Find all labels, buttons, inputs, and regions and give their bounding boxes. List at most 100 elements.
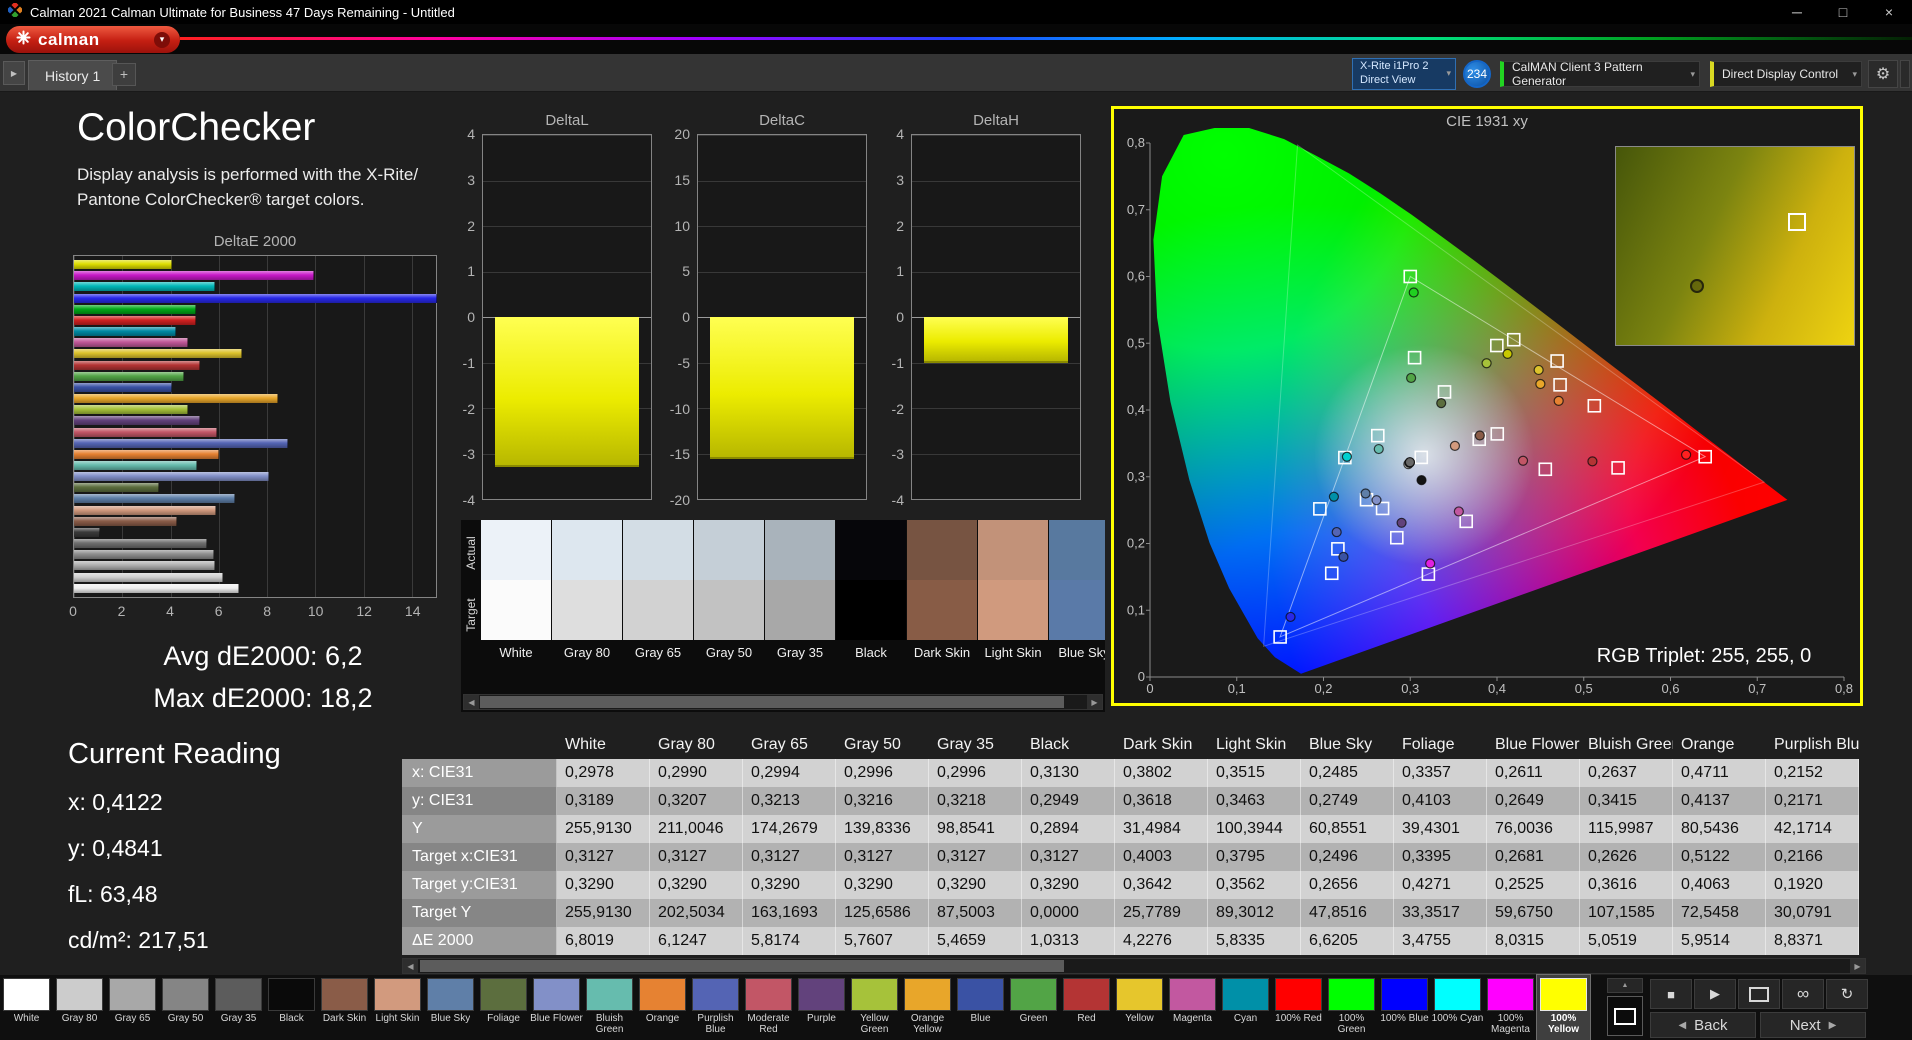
pattern-window-button[interactable] [1607, 996, 1643, 1036]
table-cell: 202,5034 [650, 899, 743, 927]
settings-gear-button[interactable]: ⚙ [1868, 60, 1898, 88]
play-button[interactable]: ▶ [1694, 979, 1736, 1009]
table-cell: 0,2990 [650, 759, 743, 787]
pattern-swatch-red[interactable]: Red [1060, 975, 1113, 1040]
next-button[interactable]: Next ▶ [1760, 1012, 1866, 1038]
pattern-swatch-blue-sky[interactable]: Blue Sky [424, 975, 477, 1040]
close-button[interactable]: × [1866, 0, 1912, 24]
x-tick-label: 8 [263, 603, 272, 619]
pattern-swatch-blue-flower[interactable]: Blue Flower [530, 975, 583, 1040]
pattern-swatch-gray-50[interactable]: Gray 50 [159, 975, 212, 1040]
scroll-right-icon[interactable]: ▶ [1850, 959, 1865, 973]
swatch-label: 100% Cyan [1431, 1013, 1484, 1024]
pattern-swatch-green[interactable]: Green [1007, 975, 1060, 1040]
deltae-bar [74, 315, 436, 325]
pattern-swatch-gray-65[interactable]: Gray 65 [106, 975, 159, 1040]
pattern-swatch-orange-yellow[interactable]: Orange Yellow [901, 975, 954, 1040]
meter-selector[interactable]: X-Rite i1Pro 2 Direct View ▾ [1352, 58, 1456, 90]
pattern-generator-selector[interactable]: CalMAN Client 3 Pattern Generator ▾ [1500, 60, 1700, 88]
table-cell: 30,0791 [1766, 899, 1859, 927]
x-tick-label: 14 [404, 603, 421, 619]
pattern-swatch-cyan[interactable]: Cyan [1219, 975, 1272, 1040]
table-cell: 0,3290 [929, 871, 1022, 899]
scroll-left-icon[interactable]: ◀ [403, 959, 418, 973]
continuous-read-button[interactable]: ∞ [1782, 979, 1824, 1009]
stop-button[interactable]: ■ [1650, 979, 1692, 1009]
table-cell: 33,3517 [1394, 899, 1487, 927]
swatch-label: Bluish Green [595, 1013, 624, 1035]
max-de2000-value: Max dE2000: 18,2 [153, 683, 373, 713]
pattern-swatch-light-skin[interactable]: Light Skin [371, 975, 424, 1040]
target-swatch [694, 580, 764, 640]
maximize-button[interactable]: □ [1820, 0, 1866, 24]
actual-swatch [552, 520, 622, 580]
swatch-color [1275, 978, 1322, 1011]
pattern-swatch-bluish-green[interactable]: Bluish Green [583, 975, 636, 1040]
avg-de2000-value: Avg dE2000: 6,2 [163, 641, 363, 671]
pattern-swatch-100-magenta[interactable]: 100% Magenta [1484, 975, 1537, 1040]
pattern-swatch-moderate-red[interactable]: Moderate Red [742, 975, 795, 1040]
pattern-swatch-white[interactable]: White [0, 975, 53, 1040]
pattern-swatch-purplish-blue[interactable]: Purplish Blue [689, 975, 742, 1040]
pattern-swatch-magenta[interactable]: Magenta [1166, 975, 1219, 1040]
deltaC-bar [709, 317, 855, 459]
pattern-swatch-purple[interactable]: Purple [795, 975, 848, 1040]
capture-button[interactable] [1738, 979, 1780, 1009]
pattern-swatch-gray-35[interactable]: Gray 35 [212, 975, 265, 1040]
chevron-down-icon: ▾ [154, 31, 170, 48]
scroll-thumb[interactable] [420, 960, 1065, 972]
scroll-thumb[interactable] [480, 696, 1064, 708]
patch-strip-scrollbar[interactable]: ◀ ▶ [463, 694, 1103, 710]
minimize-button[interactable]: ─ [1774, 0, 1820, 24]
tab-history-1[interactable]: History 1 [28, 60, 118, 90]
display-control-selector[interactable]: Direct Display Control ▾ [1710, 61, 1862, 87]
pattern-swatch-dark-skin[interactable]: Dark Skin [318, 975, 371, 1040]
pattern-swatch-yellow-green[interactable]: Yellow Green [848, 975, 901, 1040]
chevron-down-icon: ▾ [1446, 68, 1451, 79]
measurement-marker [1338, 551, 1349, 562]
add-tab-button[interactable]: + [112, 63, 136, 86]
pattern-swatch-100-yellow[interactable]: 100% Yellow [1536, 974, 1591, 1040]
pattern-swatch-blue[interactable]: Blue [954, 975, 1007, 1040]
pattern-swatch-black[interactable]: Black [265, 975, 318, 1040]
patch-column: Light Skin [978, 520, 1048, 678]
y-tick-label: 15 [674, 171, 690, 188]
pattern-swatch-100-blue[interactable]: 100% Blue [1378, 975, 1431, 1040]
actual-swatch [1049, 520, 1105, 580]
pattern-swatch-yellow[interactable]: Yellow [1113, 975, 1166, 1040]
pattern-swatch-foliage[interactable]: Foliage [477, 975, 530, 1040]
collapse-pattern-bar-button[interactable]: ▲ [1607, 978, 1643, 993]
measurement-marker [1331, 526, 1342, 538]
table-cell: 0,3618 [1115, 787, 1208, 815]
row-label: x: CIE31 [402, 759, 557, 787]
table-scrollbar[interactable]: ◀ ▶ [402, 958, 1866, 974]
swatch-color [904, 978, 951, 1011]
layout-handle[interactable] [1900, 60, 1910, 88]
deltae-bar [74, 572, 436, 582]
deltae2000-x-axis: 0 2 4 6 8 10 12 14 [69, 603, 437, 621]
deltae-bar [74, 304, 436, 314]
history-panel-toggle[interactable]: ▶ [3, 61, 25, 85]
pattern-swatch-100-green[interactable]: 100% Green [1325, 975, 1378, 1040]
swatch-color [3, 978, 50, 1011]
y-tick-label: 20 [674, 126, 690, 142]
table-cell: 0,2637 [1580, 759, 1673, 787]
deltaL-chart-title: DeltaL [545, 112, 589, 129]
target-swatch [907, 580, 977, 640]
target-row-label: Target [464, 598, 478, 632]
meter-count-badge[interactable]: 234 [1463, 60, 1491, 88]
table-cell: 0,3290 [650, 871, 743, 899]
reread-button[interactable]: ↻ [1826, 979, 1868, 1009]
scroll-left-icon[interactable]: ◀ [464, 695, 479, 709]
pattern-swatch-100-cyan[interactable]: 100% Cyan [1431, 975, 1484, 1040]
pattern-swatch-orange[interactable]: Orange [636, 975, 689, 1040]
back-button[interactable]: ◀ Back [1650, 1012, 1756, 1038]
table-cell: 0,3795 [1208, 843, 1301, 871]
deltae-bar [74, 550, 436, 560]
column-header: Dark Skin [1123, 736, 1193, 753]
scroll-right-icon[interactable]: ▶ [1087, 695, 1102, 709]
svg-text:0,6: 0,6 [1127, 269, 1145, 284]
pattern-swatch-100-red[interactable]: 100% Red [1272, 975, 1325, 1040]
pattern-swatch-gray-80[interactable]: Gray 80 [53, 975, 106, 1040]
calman-logo-menu[interactable]: calman ▾ [6, 26, 180, 53]
